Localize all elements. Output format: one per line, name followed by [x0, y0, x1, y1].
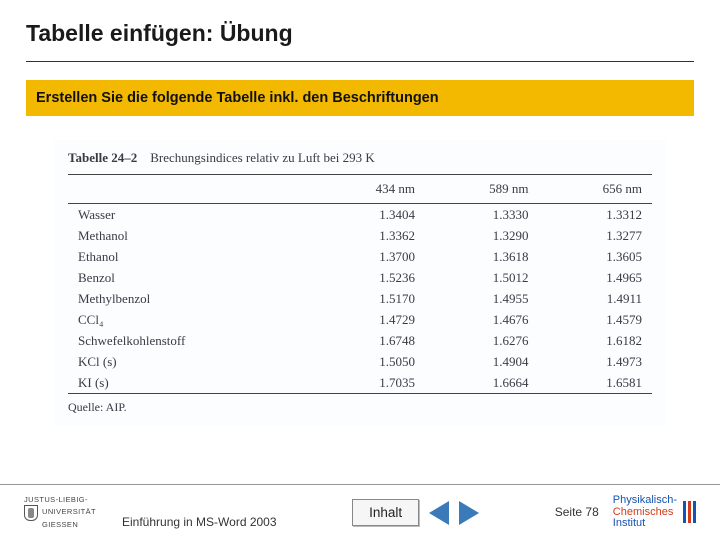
university-logo: JUSTUS-LIEBIG- UNIVERSITÄT GIESSEN: [24, 496, 96, 529]
col-header: 656 nm: [538, 175, 652, 204]
table-row: Ethanol1.37001.36181.3605: [68, 246, 652, 267]
toc-button[interactable]: Inhalt: [352, 499, 419, 526]
cell: 1.3290: [425, 225, 539, 246]
uni-line1: JUSTUS-LIEBIG-: [24, 496, 96, 504]
table-row: KI (s)1.70351.66641.6581: [68, 372, 652, 394]
table-row: Schwefelkohlenstoff1.67481.62761.6182: [68, 330, 652, 351]
cell: 1.4973: [538, 351, 652, 372]
cell: 1.6664: [425, 372, 539, 394]
table-caption-text: Brechungsindices relativ zu Luft bei 293…: [150, 150, 375, 165]
table-row: KCl (s)1.50501.49041.4973: [68, 351, 652, 372]
title-rule: [26, 61, 694, 62]
col-header: 589 nm: [425, 175, 539, 204]
cell: 1.6276: [425, 330, 539, 351]
cell: 1.4955: [425, 288, 539, 309]
triangle-right-icon: [459, 501, 479, 525]
row-label: Schwefelkohlenstoff: [68, 330, 311, 351]
cell: 1.7035: [311, 372, 425, 394]
table-row: Methylbenzol1.51701.49551.4911: [68, 288, 652, 309]
cell: 1.3404: [311, 204, 425, 226]
uni-line2b: GIESSEN: [42, 521, 96, 529]
cell: 1.3362: [311, 225, 425, 246]
footer-right: Seite 78 Physikalisch- Chemisches Instit…: [555, 495, 696, 530]
cell: 1.4904: [425, 351, 539, 372]
data-table: 434 nm589 nm656 nm Wasser1.34041.33301.3…: [68, 174, 652, 394]
table-caption: Tabelle 24–2 Brechungsindices relativ zu…: [68, 144, 652, 174]
table-row: Wasser1.34041.33301.3312: [68, 204, 652, 226]
table-source: Quelle: AIP.: [68, 394, 652, 417]
shield-icon: [24, 505, 38, 521]
slide: Tabelle einfügen: Übung Erstellen Sie di…: [0, 0, 720, 540]
cell: 1.3700: [311, 246, 425, 267]
table-number: Tabelle 24–2: [68, 150, 137, 165]
footer-center: Inhalt: [352, 499, 479, 526]
table-body: Wasser1.34041.33301.3312Methanol1.33621.…: [68, 204, 652, 394]
table-scan: Tabelle 24–2 Brechungsindices relativ zu…: [54, 140, 666, 425]
col-header: [68, 175, 311, 204]
cell: 1.4965: [538, 267, 652, 288]
instruction-bar: Erstellen Sie die folgende Tabelle inkl.…: [26, 80, 694, 116]
row-label: Benzol: [68, 267, 311, 288]
table-row: Benzol1.52361.50121.4965: [68, 267, 652, 288]
next-slide-button[interactable]: [459, 501, 479, 525]
row-label: Ethanol: [68, 246, 311, 267]
footer-left: JUSTUS-LIEBIG- UNIVERSITÄT GIESSEN Einfü…: [24, 496, 277, 529]
cell: 1.3605: [538, 246, 652, 267]
slide-title: Tabelle einfügen: Übung: [26, 20, 694, 61]
cell: 1.5050: [311, 351, 425, 372]
triangle-left-icon: [429, 501, 449, 525]
table-head: 434 nm589 nm656 nm: [68, 175, 652, 204]
cell: 1.4676: [425, 309, 539, 330]
institute-line1: Physikalisch-: [613, 495, 677, 507]
row-label: CCl₄: [68, 309, 311, 330]
cell: 1.3618: [425, 246, 539, 267]
cell: 1.6748: [311, 330, 425, 351]
col-header: 434 nm: [311, 175, 425, 204]
cell: 1.4911: [538, 288, 652, 309]
table-row: CCl₄1.47291.46761.4579: [68, 309, 652, 330]
institute-line3: Institut: [613, 518, 677, 530]
cell: 1.5012: [425, 267, 539, 288]
row-label: KCl (s): [68, 351, 311, 372]
doc-title: Einführung in MS-Word 2003: [122, 515, 277, 529]
cell: 1.5236: [311, 267, 425, 288]
footer: JUSTUS-LIEBIG- UNIVERSITÄT GIESSEN Einfü…: [0, 484, 720, 540]
institute-logo: Physikalisch- Chemisches Institut: [613, 495, 677, 530]
cell: 1.4579: [538, 309, 652, 330]
table-row: Methanol1.33621.32901.3277: [68, 225, 652, 246]
uni-line2a: UNIVERSITÄT: [42, 508, 96, 516]
cell: 1.3312: [538, 204, 652, 226]
row-label: Methanol: [68, 225, 311, 246]
row-label: Wasser: [68, 204, 311, 226]
cell: 1.3277: [538, 225, 652, 246]
prev-slide-button[interactable]: [429, 501, 449, 525]
cell: 1.6581: [538, 372, 652, 394]
cell: 1.3330: [425, 204, 539, 226]
cell: 1.4729: [311, 309, 425, 330]
row-label: Methylbenzol: [68, 288, 311, 309]
cell: 1.6182: [538, 330, 652, 351]
page-number: Seite 78: [555, 505, 599, 519]
cell: 1.5170: [311, 288, 425, 309]
institute-stripes-icon: [683, 501, 696, 523]
row-label: KI (s): [68, 372, 311, 394]
